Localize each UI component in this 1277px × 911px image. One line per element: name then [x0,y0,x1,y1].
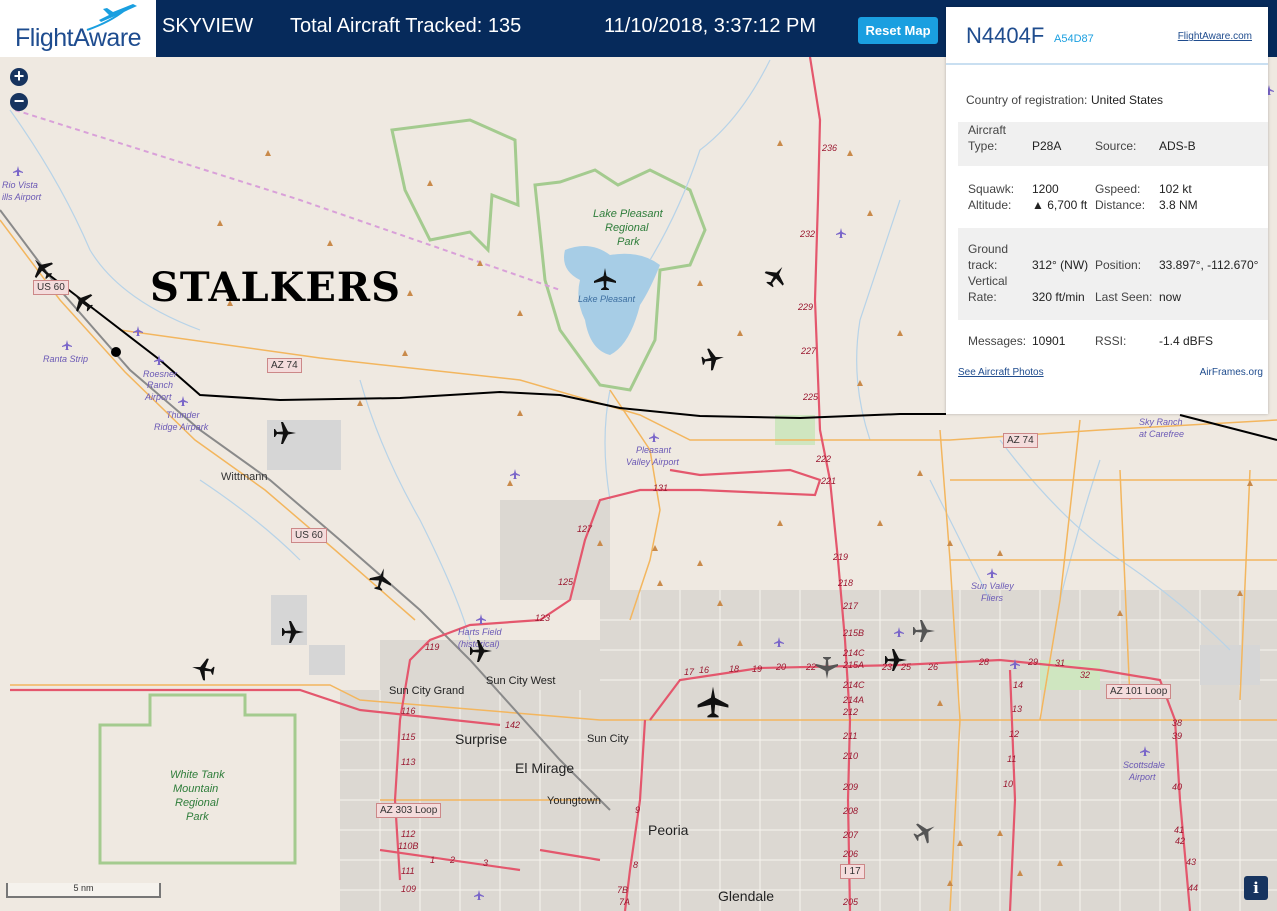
aircraft-icon[interactable] [700,346,726,372]
stalkers-annotation: STALKERS [150,264,402,311]
aircraft-type-label: Aircraft [968,123,1007,137]
aircraft-icon[interactable] [367,565,395,593]
rssi-label: RSSI: [1095,334,1127,348]
aircraft-photos-link[interactable]: See Aircraft Photos [958,367,1044,378]
ground-track-label: track: [968,258,998,272]
altitude-label: Altitude: [968,198,1012,212]
aircraft-icon[interactable] [190,656,216,682]
aircraft-icon[interactable] [470,640,492,662]
ground-track-value: 312° (NW) [1032,258,1089,272]
source-value: ADS-B [1159,139,1196,153]
aircraft-icon[interactable] [594,268,616,290]
airframes-link[interactable]: AirFrames.org [1200,367,1263,378]
vertical-rate-label: Rate: [968,290,997,304]
aircraft-icon-selected[interactable] [66,285,98,317]
aircraft-icon[interactable] [282,621,304,643]
aircraft-hex-code: A54D87 [1054,33,1094,45]
aircraft-registration: N4404F [966,23,1045,48]
last-seen-value: now [1159,290,1182,304]
ground-track-label: Ground [968,242,1009,256]
messages-label: Messages: [968,334,1027,348]
last-seen-label: Last Seen: [1095,290,1153,304]
panel-divider [946,63,1268,65]
aircraft-icon[interactable] [26,252,58,284]
scale-label: 5 nm [73,883,94,893]
altitude-value: ▲ 6,700 ft [1032,198,1088,212]
gspeed-value: 102 kt [1159,182,1192,196]
aircraft-icon[interactable] [697,686,729,718]
aircraft-icon[interactable] [816,657,838,679]
country-value: United States [1091,93,1164,107]
flightaware-link[interactable]: FlightAware.com [1178,31,1252,42]
squawk-label: Squawk: [968,182,1015,196]
messages-value: 10901 [1032,334,1066,348]
rssi-value: -1.4 dBFS [1159,334,1214,348]
gspeed-label: Gspeed: [1095,182,1141,196]
aircraft-icon[interactable] [885,649,907,671]
squawk-value: 1200 [1032,182,1059,196]
scale-bar: 5 nm [6,883,161,898]
vertical-rate-label: Vertical [968,274,1008,288]
distance-value: 3.8 NM [1159,198,1198,212]
aircraft-info-panel: N4404F A54D87 FlightAware.com Country of… [946,7,1268,414]
aircraft-type-label: Type: [968,139,998,153]
vertical-rate-value: 320 ft/min [1032,290,1085,304]
position-label: Position: [1095,258,1142,272]
distance-label: Distance: [1095,198,1146,212]
source-label: Source: [1095,139,1137,153]
aircraft-icon[interactable] [274,422,296,444]
aircraft-icon[interactable] [913,620,935,642]
aircraft-icon[interactable] [909,816,941,848]
aircraft-type-value: P28A [1032,139,1062,153]
info-button[interactable]: i [1244,876,1268,900]
aircraft-icon[interactable] [760,260,792,292]
position-value: 33.897°, -112.670° [1159,258,1259,272]
country-label: Country of registration: [966,93,1088,107]
